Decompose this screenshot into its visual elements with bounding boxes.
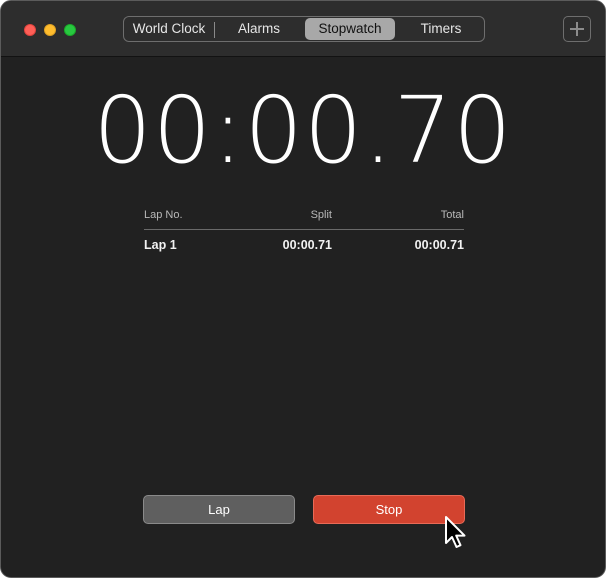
lap-total: 00:00.71	[414, 238, 464, 252]
tab-stopwatch[interactable]: Stopwatch	[305, 18, 395, 40]
clock-window: World Clock Alarms Stopwatch Timers 00:0…	[0, 0, 606, 578]
zoom-window-button[interactable]	[64, 24, 76, 36]
mouse-pointer-icon	[445, 516, 466, 548]
header-split: Split	[310, 209, 332, 221]
tab-bar: World Clock Alarms Stopwatch Timers	[123, 16, 485, 42]
header-total: Total	[440, 209, 464, 221]
header-lap-no: Lap No.	[144, 209, 183, 221]
laps-table-header: Lap No. Split Total	[144, 206, 464, 230]
add-button[interactable]	[563, 16, 591, 42]
table-row: Lap 1 00:00.71 00:00.71	[144, 230, 464, 258]
stop-button[interactable]: Stop	[313, 495, 465, 524]
lap-split: 00:00.71	[282, 238, 332, 252]
close-window-button[interactable]	[24, 24, 36, 36]
minimize-window-button[interactable]	[44, 24, 56, 36]
lap-button[interactable]: Lap	[143, 495, 295, 524]
tab-world-clock[interactable]: World Clock	[124, 17, 214, 41]
lap-number: Lap 1	[144, 238, 177, 252]
laps-table: Lap No. Split Total Lap 1 00:00.71 00:00…	[144, 206, 464, 258]
tab-timers[interactable]: Timers	[396, 17, 486, 41]
stopwatch-time-display: 00:00.70	[93, 77, 513, 184]
tab-alarms[interactable]: Alarms	[215, 17, 303, 41]
title-bar: World Clock Alarms Stopwatch Timers	[1, 1, 605, 57]
